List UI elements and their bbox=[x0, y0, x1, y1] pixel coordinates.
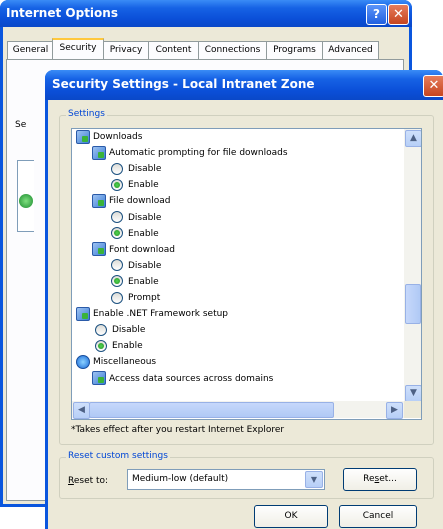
scroll-up-button[interactable]: ▲ bbox=[405, 130, 421, 147]
tree-item-label: Miscellaneous bbox=[93, 357, 157, 368]
tab-security[interactable]: Security bbox=[52, 38, 104, 61]
radio-option[interactable]: Disable bbox=[111, 161, 161, 177]
tree-item-label: Enable bbox=[128, 180, 159, 191]
setting-icon bbox=[92, 242, 106, 257]
security-settings-titlebar[interactable]: Security Settings - Local Intranet Zone … bbox=[45, 70, 443, 100]
tree-item-label: Enable bbox=[112, 341, 143, 352]
reset-level-select[interactable]: Medium-low (default) ▼ bbox=[127, 469, 325, 490]
tab-advanced[interactable]: Advanced bbox=[322, 41, 379, 59]
tree-item-label: Automatic prompting for file downloads bbox=[109, 148, 288, 159]
scrollbar-corner bbox=[404, 401, 421, 418]
radio-button[interactable] bbox=[95, 323, 107, 336]
tree-item-label: Disable bbox=[128, 260, 162, 271]
radio-button[interactable] bbox=[111, 275, 123, 288]
chevron-down-icon[interactable]: ▼ bbox=[305, 471, 323, 488]
tree-item-label: Prompt bbox=[128, 293, 161, 303]
tree-item-label: Enable bbox=[128, 228, 159, 239]
tree-item-label: Downloads bbox=[93, 132, 143, 142]
setting-icon bbox=[92, 193, 106, 208]
ok-button[interactable]: OK bbox=[254, 505, 328, 528]
help-button[interactable]: ? bbox=[366, 4, 387, 25]
settings-tree[interactable]: Downloads Automatic prompting for file do… bbox=[71, 128, 422, 420]
tab-privacy[interactable]: Privacy bbox=[103, 41, 149, 59]
radio-button[interactable] bbox=[95, 339, 107, 352]
settings-category-icon bbox=[76, 129, 90, 144]
settings-group-label: Settings bbox=[66, 109, 107, 119]
scroll-down-button[interactable]: ▼ bbox=[405, 385, 421, 402]
radio-option[interactable]: Enable bbox=[95, 338, 143, 354]
radio-option[interactable]: Disable bbox=[95, 322, 145, 338]
reset-button[interactable]: Reset... bbox=[343, 468, 417, 491]
settings-category: Downloads bbox=[76, 129, 142, 145]
tree-item-label: Access data sources across domains bbox=[109, 373, 274, 384]
radio-button[interactable] bbox=[111, 178, 123, 191]
radio-option[interactable]: Disable bbox=[111, 210, 161, 226]
vertical-scroll-thumb[interactable] bbox=[405, 284, 421, 324]
horizontal-scroll-thumb[interactable] bbox=[89, 402, 334, 418]
globe-icon bbox=[19, 194, 33, 208]
scroll-left-button[interactable]: ◀ bbox=[73, 402, 90, 419]
radio-button[interactable] bbox=[111, 211, 123, 223]
tree-item-label: Enable bbox=[128, 276, 159, 287]
ie-icon bbox=[76, 354, 90, 369]
dialog-close-button[interactable]: ✕ bbox=[423, 75, 443, 97]
setting-item: Access data sources across domains bbox=[92, 371, 273, 387]
radio-button[interactable] bbox=[111, 162, 123, 175]
vertical-scrollbar[interactable]: ▲ ▼ bbox=[404, 129, 421, 402]
tree-item-label: Disable bbox=[128, 164, 162, 175]
radio-option[interactable]: Enable bbox=[111, 177, 159, 193]
tab-content[interactable]: Content bbox=[148, 41, 199, 59]
reset-to-label: Reset to: bbox=[68, 476, 109, 486]
dialog-body: Settings Downloads Automatic prompting fo… bbox=[48, 100, 443, 529]
tab-connections[interactable]: Connections bbox=[198, 41, 267, 59]
setting-item: File download bbox=[92, 193, 170, 209]
radio-button[interactable] bbox=[111, 291, 123, 304]
setting-icon bbox=[92, 145, 106, 160]
reset-group-label: Reset custom settings bbox=[66, 451, 170, 461]
setting-item: Font download bbox=[92, 242, 175, 258]
radio-button[interactable] bbox=[111, 227, 123, 240]
setting-item: Automatic prompting for file downloads bbox=[92, 145, 288, 161]
horizontal-scrollbar[interactable]: ◀ ▶ bbox=[72, 401, 404, 419]
tree-item-label: Disable bbox=[128, 212, 162, 223]
security-settings-dialog: Security Settings - Local Intranet Zone … bbox=[45, 70, 443, 529]
scroll-right-button[interactable]: ▶ bbox=[386, 402, 403, 419]
tree-item-label: Font download bbox=[109, 244, 175, 255]
settings-tree-content: Downloads Automatic prompting for file do… bbox=[72, 129, 404, 401]
radio-option[interactable]: Disable bbox=[111, 258, 161, 274]
radio-option[interactable]: Enable bbox=[111, 274, 159, 290]
setting-icon bbox=[92, 371, 106, 385]
settings-category-icon bbox=[76, 306, 90, 321]
tab-general[interactable]: General bbox=[7, 41, 54, 59]
reset-level-value: Medium-low (default) bbox=[132, 474, 229, 484]
internet-options-close-button[interactable]: ✕ bbox=[388, 4, 409, 25]
restart-note: *Takes effect after you restart Internet… bbox=[71, 425, 285, 435]
radio-option[interactable]: Prompt bbox=[111, 290, 160, 306]
internet-options-titlebar[interactable]: Internet Options ? ✕ bbox=[0, 0, 412, 27]
radio-option[interactable]: Enable bbox=[111, 226, 159, 242]
settings-category: Enable .NET Framework setup bbox=[76, 306, 228, 322]
dialog-title: Security Settings - Local Intranet Zone bbox=[52, 77, 315, 91]
settings-category: Miscellaneous bbox=[76, 354, 156, 370]
tree-item-label: File download bbox=[109, 196, 171, 207]
tree-item-label: Enable .NET Framework setup bbox=[93, 309, 229, 320]
partial-text: Se bbox=[15, 120, 27, 130]
radio-button[interactable] bbox=[111, 259, 123, 272]
cancel-button[interactable]: Cancel bbox=[339, 505, 417, 528]
tab-programs[interactable]: Programs bbox=[266, 41, 323, 59]
tree-item-label: Disable bbox=[112, 325, 146, 336]
internet-options-title: Internet Options bbox=[6, 6, 118, 20]
